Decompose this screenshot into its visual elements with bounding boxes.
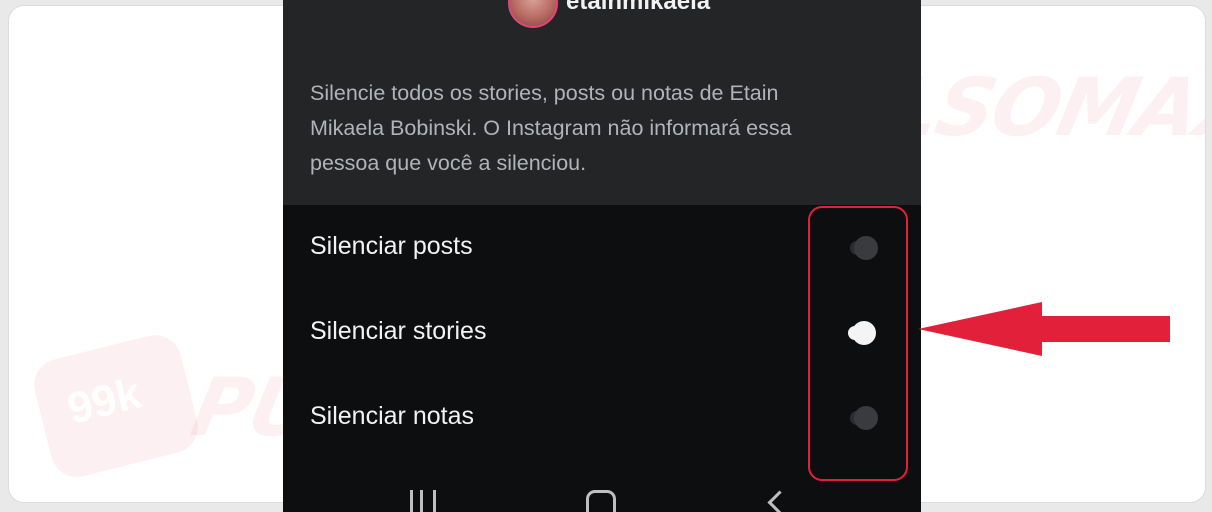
- option-label-notes: Silenciar notas: [310, 402, 474, 430]
- avatar: [508, 0, 558, 28]
- recent-apps-icon[interactable]: [410, 490, 436, 512]
- back-icon[interactable]: [767, 490, 792, 512]
- mute-description: Silencie todos os stories, posts ou nota…: [310, 81, 792, 175]
- watermark-badge: 99k: [28, 329, 204, 483]
- android-nav-bar: [283, 480, 921, 512]
- option-label-stories: Silenciar stories: [310, 317, 487, 345]
- watermark-badge-text: 99k: [62, 368, 146, 434]
- option-label-posts: Silenciar posts: [310, 232, 473, 260]
- toggles-highlight-box: [808, 206, 908, 481]
- home-icon[interactable]: [586, 490, 616, 512]
- arrow-left-icon: [918, 302, 1170, 356]
- mute-info-panel: etainmikaela Silencie todos os stories, …: [283, 0, 921, 205]
- username: etainmikaela: [566, 0, 711, 15]
